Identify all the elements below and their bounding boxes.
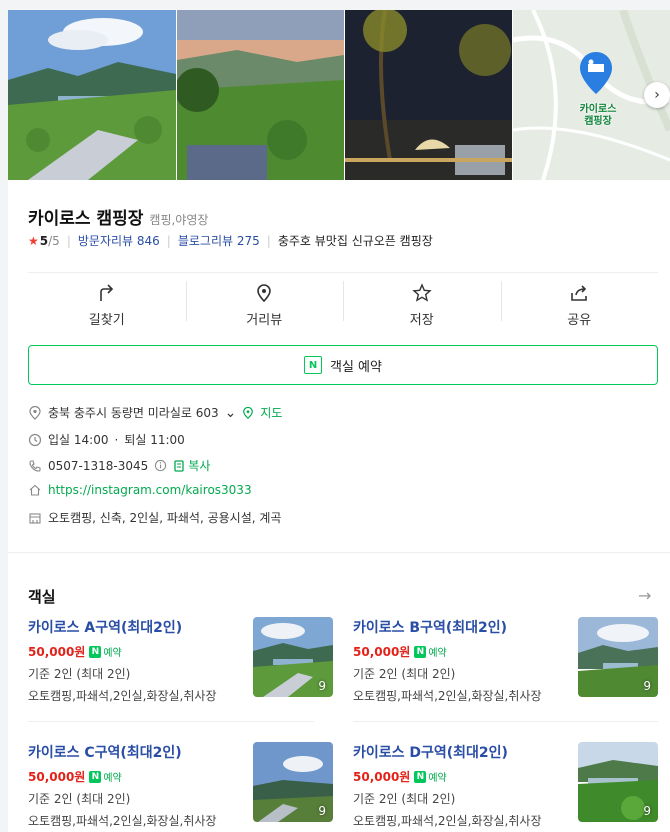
website-row: https://instagram.com/kairos3033 xyxy=(28,483,252,497)
hours-row: 입실 14:00 · 퇴실 11:00 xyxy=(28,431,185,448)
room-thumbnail[interactable]: 9 xyxy=(578,742,658,822)
address-row: 충북 충주시 동량면 미라실로 603 ⌄ 지도 xyxy=(28,404,282,421)
room-card[interactable]: 카이로스 B구역(최대2인) 50,000원 N 예약 기준 2인 (최대 2인)… xyxy=(353,617,658,727)
naver-n-icon: N xyxy=(414,770,427,783)
reservation-tag: N 예약 xyxy=(414,769,447,784)
room-description: 오토캠핑,파쇄석,2인실,화장실,취사장 xyxy=(353,814,542,828)
room-price: 50,000원 xyxy=(28,770,86,784)
save-button[interactable]: 저장 xyxy=(343,273,501,329)
reservation-tag: N 예약 xyxy=(89,769,122,784)
copy-button[interactable]: 복사 xyxy=(188,457,210,474)
amenities-text: 오토캠핑, 신축, 2인실, 파쇄석, 공용시설, 계곡 xyxy=(48,511,282,525)
phone-row: 0507-1318-3045 복사 xyxy=(28,457,210,474)
room-reserve-button[interactable]: N 객실 예약 xyxy=(28,345,658,385)
reservation-tag: N 예약 xyxy=(89,644,122,659)
room-thumbnail[interactable]: 9 xyxy=(578,617,658,697)
checkin-time: 입실 14:00 xyxy=(48,433,109,447)
place-tagline: 충주호 뷰맛집 신규오픈 캠핑장 xyxy=(277,234,433,248)
visitor-review-link[interactable]: 방문자리뷰 846 xyxy=(78,232,160,249)
photo-count: 9 xyxy=(318,804,326,818)
title-row: 카이로스 캠핑장 캠핑,야영장 xyxy=(28,204,208,229)
building-icon xyxy=(29,512,41,524)
photo-count: 9 xyxy=(643,679,651,693)
directions-button[interactable]: 길찾기 xyxy=(28,273,186,329)
room-price: 50,000원 xyxy=(353,770,411,784)
checkout-time: 퇴실 11:00 xyxy=(124,433,185,447)
meta-separator: | xyxy=(166,233,171,248)
place-card: 카이로스 캠핑장 › 카이로스 캠핑장 캠핑,야영장 ★ 5 /5 | 방문자리… xyxy=(8,10,670,832)
rating-row: ★ 5 /5 | 방문자리뷰 846 | 블로그리뷰 275 | 충주호 뷰맛집… xyxy=(28,232,433,249)
reservation-tag: N 예약 xyxy=(414,644,447,659)
photo-count: 9 xyxy=(643,804,651,818)
room-thumbnail[interactable]: 9 xyxy=(253,742,333,822)
hours-separator: · xyxy=(114,432,119,447)
room-price: 50,000원 xyxy=(28,645,86,659)
location-icon xyxy=(29,405,41,420)
share-icon xyxy=(571,285,588,301)
section-divider xyxy=(8,552,670,553)
chevron-down-icon[interactable]: ⌄ xyxy=(225,405,237,421)
room-card[interactable]: 카이로스 D구역(최대2인) 50,000원 N 예약 기준 2인 (최대 2인)… xyxy=(353,742,658,832)
clock-icon xyxy=(28,433,42,446)
phone-number[interactable]: 0507-1318-3045 xyxy=(48,459,148,473)
map-pin-label: 카이로스 캠핑장 xyxy=(579,104,617,127)
room-price: 50,000원 xyxy=(353,645,411,659)
street-view-icon xyxy=(257,284,272,303)
room-divider xyxy=(28,721,314,722)
rating-max: /5 xyxy=(48,233,60,248)
street-view-button[interactable]: 거리뷰 xyxy=(185,273,344,329)
room-card[interactable]: 카이로스 A구역(최대2인) 50,000원 N 예약 기준 2인 (최대 2인)… xyxy=(28,617,333,727)
calendar-n-icon: N xyxy=(304,356,322,374)
naver-n-icon: N xyxy=(89,770,102,783)
home-icon xyxy=(29,484,41,496)
room-description: 오토캠핑,파쇄석,2인실,화장실,취사장 xyxy=(28,814,217,828)
photo-count: 9 xyxy=(318,679,326,693)
meta-separator: | xyxy=(266,233,271,248)
room-divider xyxy=(353,721,658,722)
room-thumbnail[interactable]: 9 xyxy=(253,617,333,697)
room-description: 오토캠핑,파쇄석,2인실,화장실,취사장 xyxy=(353,689,542,703)
map-marker-icon xyxy=(243,406,254,419)
place-name: 카이로스 캠핑장 xyxy=(28,209,144,229)
rooms-more-arrow-icon[interactable]: → xyxy=(638,586,651,605)
naver-n-icon: N xyxy=(89,645,102,658)
website-link[interactable]: https://instagram.com/kairos3033 xyxy=(48,483,252,497)
room-description: 오토캠핑,파쇄석,2인실,화장실,취사장 xyxy=(28,689,217,703)
share-button[interactable]: 공유 xyxy=(500,273,659,329)
photo-sunset-site[interactable] xyxy=(177,10,344,180)
action-bar: 길찾기 거리뷰 저장 공유 xyxy=(28,272,658,329)
star-icon xyxy=(412,283,432,302)
map-pin-icon xyxy=(580,52,612,94)
info-icon[interactable] xyxy=(154,459,167,472)
rooms-section-title: 객실 xyxy=(28,588,56,606)
rating-star-icon: ★ xyxy=(28,233,39,248)
photo-lake-view[interactable] xyxy=(8,10,176,180)
copy-icon xyxy=(174,460,184,472)
place-category: 캠핑,야영장 xyxy=(149,213,209,227)
blog-review-link[interactable]: 블로그리뷰 275 xyxy=(178,232,260,249)
naver-n-icon: N xyxy=(414,645,427,658)
amenities-row: 오토캠핑, 신축, 2인실, 파쇄석, 공용시설, 계곡 xyxy=(28,509,281,526)
room-card[interactable]: 카이로스 C구역(최대2인) 50,000원 N 예약 기준 2인 (최대 2인)… xyxy=(28,742,333,832)
phone-icon xyxy=(29,459,41,472)
meta-separator: | xyxy=(66,233,71,248)
address-text: 충북 충주시 동량면 미라실로 603 xyxy=(48,406,219,420)
directions-icon xyxy=(99,284,113,301)
photo-next-button[interactable]: › xyxy=(644,82,670,108)
photo-strip: 카이로스 캠핑장 › xyxy=(8,10,670,180)
photo-night-view[interactable] xyxy=(345,10,512,180)
map-link[interactable]: 지도 xyxy=(260,404,282,421)
rating-value: 5 xyxy=(39,233,49,248)
